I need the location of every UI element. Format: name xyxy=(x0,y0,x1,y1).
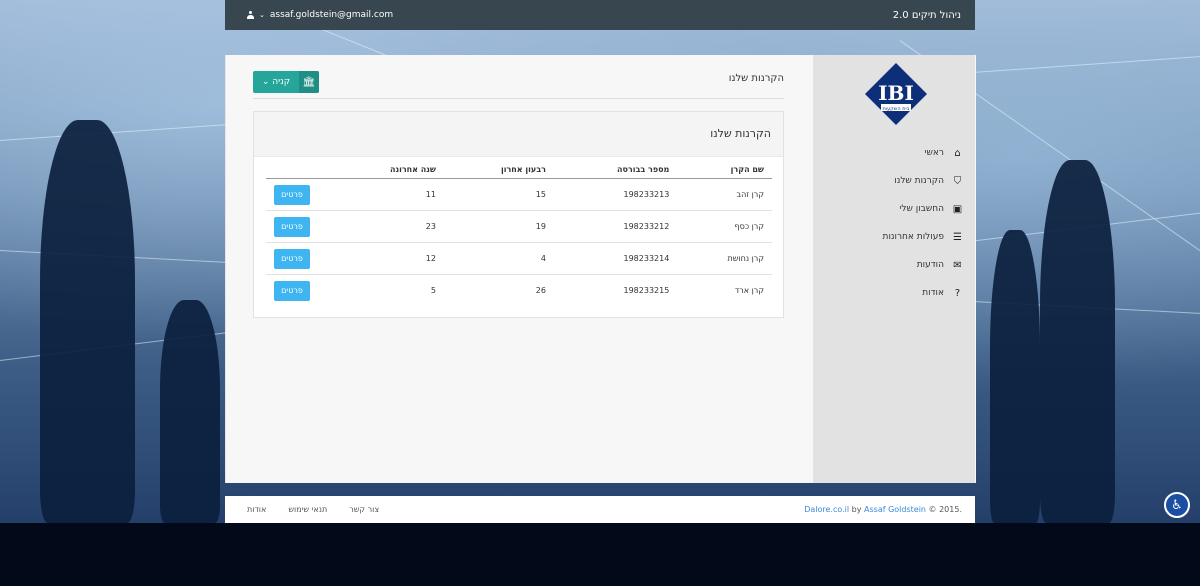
user-icon xyxy=(247,11,254,19)
funds-panel: הקרנות שלנו שם הקרן מספר בבורסה רבעון אח… xyxy=(253,111,784,318)
footer-link-contact[interactable]: צור קשר xyxy=(349,505,379,514)
column-header: מספר בבורסה xyxy=(553,160,678,179)
footer-by: by xyxy=(851,505,862,514)
sidebar-item-account[interactable]: החשבון שלי ▣ xyxy=(823,195,963,223)
fund-number: 198233213 xyxy=(553,178,678,211)
fund-name: קרן זהב xyxy=(677,178,772,211)
question-icon: ? xyxy=(954,287,961,299)
page-header: הקרנות שלנו 🏛 קניה ⌄ xyxy=(253,64,784,99)
fund-quarter: 19 xyxy=(443,210,554,243)
table-row: קרן נחושת 198233214 4 12 פרטים xyxy=(266,242,772,275)
top-navbar: ⌄ assaf.goldstein@gmail.com ניהול תיקים … xyxy=(225,0,975,30)
list-icon: ☰ xyxy=(953,231,962,243)
column-header: רבעון אחרון xyxy=(443,160,554,179)
footer-site-link[interactable]: Dalore.co.il xyxy=(804,505,849,514)
sidebar-item-recent-actions[interactable]: פעולות אחרונות ☰ xyxy=(823,223,963,251)
details-button[interactable]: פרטים xyxy=(274,184,310,205)
column-header: שם הקרן xyxy=(677,160,772,179)
footer-link-about[interactable]: אודות xyxy=(247,505,266,514)
sidebar-item-label: פעולות אחרונות xyxy=(882,232,944,242)
action-cell: פרטים xyxy=(266,275,332,307)
fund-year: 23 xyxy=(332,210,444,243)
table-row: קרן זהב 198233213 15 11 פרטים xyxy=(266,178,772,211)
fund-number: 198233212 xyxy=(553,210,678,243)
fund-name: קרן כסף xyxy=(677,210,772,243)
table-row: קרן כסף 198233212 19 23 פרטים xyxy=(266,210,772,243)
svg-text:IBI: IBI xyxy=(878,81,914,105)
fund-name: קרן נחושת xyxy=(677,242,772,275)
footer-author-link[interactable]: Assaf Goldstein xyxy=(864,505,926,514)
bank-icon: 🏛 xyxy=(299,71,319,93)
footer-credit: Dalore.co.il by Assaf Goldstein © 2015. xyxy=(804,505,962,514)
funds-table: שם הקרן מספר בבורסה רבעון אחרון שנה אחרו… xyxy=(266,160,772,306)
fund-year: 5 xyxy=(430,286,436,295)
sidebar-item-label: הקרנות שלנו xyxy=(894,176,944,186)
table-row: קרן ארד 198233215 26 5 פרטים xyxy=(266,275,772,307)
footer-links: צור קשר תנאי שימוש אודות xyxy=(247,505,379,514)
user-email: assaf.goldstein@gmail.com xyxy=(269,10,394,20)
sidebar-item-home[interactable]: ראשי ⌂ xyxy=(823,139,963,167)
fund-quarter: 15 xyxy=(443,178,554,211)
action-cell: פרטים xyxy=(266,178,332,211)
sidebar-nav: ראשי ⌂ הקרנות שלנו ⛉ החשבון שלי ▣ פעולות… xyxy=(823,139,963,307)
page-title: הקרנות שלנו xyxy=(728,73,784,84)
envelope-icon: ✉ xyxy=(953,259,962,271)
sidebar-item-messages[interactable]: הודעות ✉ xyxy=(823,251,963,279)
sidebar-item-label: החשבון שלי xyxy=(899,204,944,214)
ibi-logo[interactable]: IBI בית השקעות xyxy=(865,63,927,125)
user-menu[interactable]: ⌄ assaf.goldstein@gmail.com xyxy=(247,10,393,20)
sidebar-item-funds[interactable]: הקרנות שלנו ⛉ xyxy=(823,167,963,195)
accessibility-button[interactable]: ♿ xyxy=(1164,492,1190,518)
column-header: שנה אחרונה xyxy=(332,160,444,179)
shield-icon: ⛉ xyxy=(953,175,962,187)
action-cell: פרטים xyxy=(266,210,332,243)
sidebar-item-label: הודעות xyxy=(916,260,944,270)
fund-quarter: 4 xyxy=(443,242,554,275)
footer: צור קשר תנאי שימוש אודות Dalore.co.il by… xyxy=(225,496,975,523)
buy-button[interactable]: 🏛 קניה ⌄ xyxy=(253,71,319,93)
page-bottom xyxy=(0,523,1200,586)
app-brand[interactable]: ניהול תיקים 2.0 xyxy=(893,10,961,21)
home-icon: ⌂ xyxy=(954,147,961,159)
table-header-row: שם הקרן מספר בבורסה רבעון אחרון שנה אחרו… xyxy=(266,160,772,179)
details-button[interactable]: פרטים xyxy=(274,248,310,269)
panel-header: הקרנות שלנו xyxy=(254,112,783,157)
svg-text:בית השקעות: בית השקעות xyxy=(882,106,909,112)
footer-copyright: © 2015. xyxy=(928,505,962,514)
fund-quarter: 26 xyxy=(535,286,546,295)
sidebar-item-about[interactable]: אודות ? xyxy=(823,279,963,307)
details-button[interactable]: פרטים xyxy=(274,216,310,237)
action-cell: פרטים xyxy=(266,242,332,275)
fund-number: 198233215 xyxy=(623,286,670,295)
sidebar-item-label: אודות xyxy=(922,288,944,298)
footer-link-terms[interactable]: תנאי שימוש xyxy=(288,505,327,514)
buy-button-label: קניה ⌄ xyxy=(261,77,291,87)
panel-title: הקרנות שלנו xyxy=(710,127,771,140)
briefcase-icon: ▣ xyxy=(952,203,963,215)
fund-year: 12 xyxy=(332,242,444,275)
accessibility-icon: ♿ xyxy=(1171,497,1183,513)
fund-number: 198233214 xyxy=(553,242,678,275)
details-button[interactable]: פרטים xyxy=(274,280,310,301)
chevron-down-icon: ⌄ xyxy=(259,11,265,19)
fund-name: קרן ארד xyxy=(734,286,764,295)
column-header xyxy=(266,160,332,179)
fund-year: 11 xyxy=(332,178,444,211)
sidebar-item-label: ראשי xyxy=(924,148,945,158)
sidebar: IBI בית השקעות ראשי ⌂ הקרנות שלנו ⛉ החשב… xyxy=(813,55,975,483)
